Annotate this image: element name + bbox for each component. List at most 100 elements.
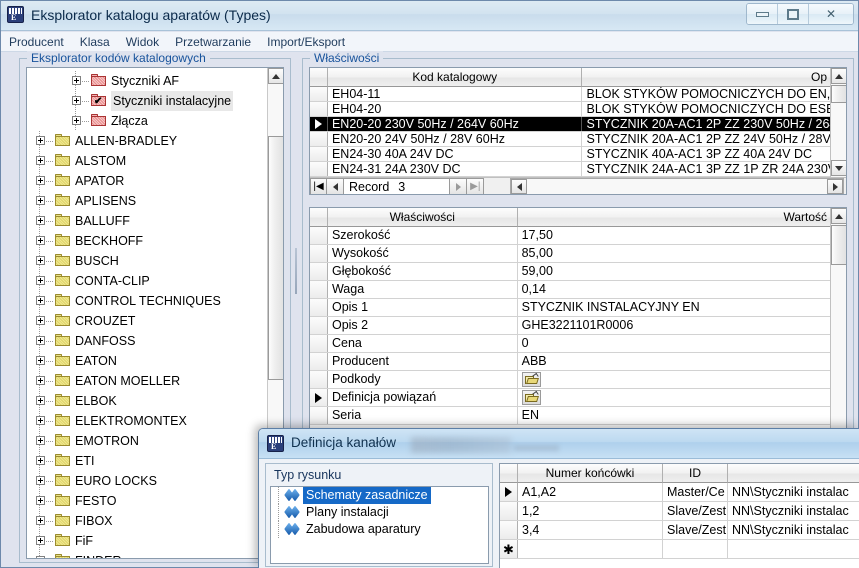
tree-item-conta-clip[interactable]: CONTA-CLIP bbox=[27, 271, 268, 291]
tree-item-alstom[interactable]: ALSTOM bbox=[27, 151, 268, 171]
properties-scroll-up-button[interactable] bbox=[831, 208, 846, 224]
table-row[interactable]: 3,4 Slave/Zest NN\Styczniki instalac bbox=[500, 521, 859, 540]
table-row[interactable]: EN20-20 24V 50Hz / 28V 60Hz STYCZNIK 20A-… bbox=[310, 132, 831, 147]
close-button[interactable]: ✕ bbox=[809, 4, 853, 24]
dialog-titlebar[interactable]: E Definicja kanałów bbox=[259, 429, 859, 459]
hscroll-left-button[interactable] bbox=[511, 179, 527, 194]
expand-plus-icon[interactable] bbox=[36, 316, 45, 325]
tree-item-finder[interactable]: FINDER bbox=[27, 551, 268, 558]
maximize-button[interactable] bbox=[778, 4, 809, 24]
catalog-scrollbar-thumb[interactable] bbox=[831, 85, 846, 103]
property-value-cell[interactable]: 0,14 bbox=[518, 281, 831, 298]
tree-item-eaton-moeller[interactable]: EATON MOELLER bbox=[27, 371, 268, 391]
nav-last-button[interactable]: ▶| bbox=[467, 178, 485, 194]
channel-column-header[interactable] bbox=[728, 464, 859, 483]
tree-item-eaton[interactable]: EATON bbox=[27, 351, 268, 371]
expand-plus-icon[interactable] bbox=[36, 536, 45, 545]
tree-item-balluff[interactable]: BALLUFF bbox=[27, 211, 268, 231]
expand-plus-icon[interactable] bbox=[36, 196, 45, 205]
table-row[interactable]: EH04-11BLOK STYKÓW POMOCNICZYCH DO EN, 1… bbox=[310, 87, 831, 102]
expand-plus-icon[interactable] bbox=[36, 516, 45, 525]
catalog-vertical-scrollbar[interactable] bbox=[830, 68, 846, 177]
catalog-horizontal-scrollbar[interactable] bbox=[510, 178, 844, 194]
property-value-cell[interactable]: 59,00 bbox=[518, 263, 831, 280]
properties-column-header[interactable]: Wartość bbox=[517, 208, 832, 227]
property-value-cell[interactable]: GHE3221101R0006 bbox=[518, 317, 831, 334]
tree-item-eti[interactable]: ETI bbox=[27, 451, 268, 471]
tree-item-busch[interactable]: BUSCH bbox=[27, 251, 268, 271]
expand-plus-icon[interactable] bbox=[36, 156, 45, 165]
expand-plus-icon[interactable] bbox=[36, 456, 45, 465]
table-row[interactable]: 1,2 Slave/Zest NN\Styczniki instalac bbox=[500, 502, 859, 521]
tree-item-crouzet[interactable]: CROUZET bbox=[27, 311, 268, 331]
table-row[interactable]: Producent ABB bbox=[310, 353, 831, 371]
expand-plus-icon[interactable] bbox=[36, 236, 45, 245]
channel-column-header[interactable]: Numer końcówki bbox=[518, 464, 663, 483]
expand-plus-icon[interactable] bbox=[36, 376, 45, 385]
tree-item-euro-locks[interactable]: EURO LOCKS bbox=[27, 471, 268, 491]
table-row[interactable]: A1,A2 Master/Ce NN\Styczniki instalac bbox=[500, 483, 859, 502]
table-row[interactable]: Waga 0,14 bbox=[310, 281, 831, 299]
catalog-scroll-down-button[interactable] bbox=[831, 160, 846, 176]
table-row[interactable]: Podkody bbox=[310, 371, 831, 389]
expand-plus-icon[interactable] bbox=[36, 556, 45, 558]
drawing-type-item-schematy-zasadnicze[interactable]: Schematy zasadnicze bbox=[271, 487, 488, 504]
table-row[interactable]: Szerokość 17,50 bbox=[310, 227, 831, 245]
table-row[interactable]: EN24-30 40A 24V DC STYCZNIK 40A-AC1 3P ZZ… bbox=[310, 147, 831, 162]
expand-plus-icon[interactable] bbox=[36, 496, 45, 505]
table-row[interactable]: ✱ bbox=[500, 540, 859, 559]
expand-plus-icon[interactable] bbox=[36, 296, 45, 305]
expand-plus-icon[interactable] bbox=[36, 356, 45, 365]
properties-column-header[interactable]: Właściwości bbox=[327, 208, 518, 227]
expand-plus-icon[interactable] bbox=[36, 436, 45, 445]
table-row[interactable]: Seria EN bbox=[310, 407, 831, 425]
expand-plus-icon[interactable] bbox=[36, 176, 45, 185]
expand-plus-icon[interactable] bbox=[36, 136, 45, 145]
expand-plus-icon[interactable] bbox=[36, 476, 45, 485]
tree-scrollbar-thumb[interactable] bbox=[268, 136, 283, 380]
record-number-field[interactable]: 3 bbox=[394, 178, 451, 194]
expand-plus-icon[interactable] bbox=[36, 276, 45, 285]
tree-item-elbok[interactable]: ELBOK bbox=[27, 391, 268, 411]
tree-item-control-techniques[interactable]: CONTROL TECHNIQUES bbox=[27, 291, 268, 311]
table-row[interactable]: Definicja powiązań bbox=[310, 389, 831, 407]
drawing-type-tree[interactable]: Schematy zasadnicze Plany instalacji Zabud… bbox=[270, 486, 489, 564]
tree-scroll-up-button[interactable] bbox=[268, 68, 283, 84]
expand-plus-icon[interactable] bbox=[72, 116, 81, 125]
catalog-tree[interactable]: Styczniki AF ✔ Styczniki instalacyjne Złącz… bbox=[26, 67, 284, 559]
property-value-cell[interactable]: 0 bbox=[518, 335, 831, 352]
tree-item-beckhoff[interactable]: BECKHOFF bbox=[27, 231, 268, 251]
property-value-cell[interactable]: 85,00 bbox=[518, 245, 831, 262]
properties-scrollbar-thumb[interactable] bbox=[831, 225, 846, 265]
catalog-code-grid[interactable]: Kod katalogowy Op EH04-11 BLOK STYKÓW POMO… bbox=[309, 67, 847, 195]
expand-plus-icon[interactable] bbox=[36, 396, 45, 405]
menu-item-widok[interactable]: Widok bbox=[118, 32, 167, 52]
property-value-cell[interactable]: EN bbox=[518, 407, 831, 424]
catalog-column-header[interactable]: Op bbox=[582, 68, 831, 87]
tree-item-elektromontex[interactable]: ELEKTROMONTEX bbox=[27, 411, 268, 431]
open-folder-button[interactable] bbox=[521, 372, 541, 387]
drawing-type-item-zabudowa-aparatury[interactable]: Zabudowa aparatury bbox=[271, 521, 488, 538]
nav-prev-button[interactable] bbox=[327, 178, 344, 194]
expand-plus-icon[interactable] bbox=[72, 96, 81, 105]
nav-next-button[interactable] bbox=[450, 178, 468, 194]
tree-item-z-cza[interactable]: Złącza bbox=[27, 111, 268, 131]
expand-plus-icon[interactable] bbox=[36, 256, 45, 265]
table-row[interactable]: Wysokość 85,00 bbox=[310, 245, 831, 263]
catalog-scroll-up-button[interactable] bbox=[831, 68, 846, 84]
property-value-cell[interactable] bbox=[518, 371, 831, 388]
tree-item-emotron[interactable]: EMOTRON bbox=[27, 431, 268, 451]
table-row[interactable]: EH04-20BLOK STYKÓW POMOCNICZYCH DO ESB, … bbox=[310, 102, 831, 117]
channel-grid[interactable]: Numer końcówki ID A1,A2 Master/Ce NN\Styczn… bbox=[499, 463, 859, 568]
table-row[interactable]: Głębokość 59,00 bbox=[310, 263, 831, 281]
menu-item-przetwarzanie[interactable]: Przetwarzanie bbox=[167, 32, 259, 52]
tree-item-festo[interactable]: FESTO bbox=[27, 491, 268, 511]
tree-item-styczniki-af[interactable]: Styczniki AF bbox=[27, 71, 268, 91]
tree-item-aplisens[interactable]: APLISENS bbox=[27, 191, 268, 211]
table-row[interactable]: Cena 0 bbox=[310, 335, 831, 353]
tree-item-danfoss[interactable]: DANFOSS bbox=[27, 331, 268, 351]
tree-item-styczniki-instalacyjne[interactable]: ✔ Styczniki instalacyjne bbox=[27, 91, 268, 111]
window-titlebar[interactable]: E Eksplorator katalogu aparatów (Types) … bbox=[1, 1, 858, 31]
property-value-cell[interactable]: ABB bbox=[518, 353, 831, 370]
drawing-type-item-plany-instalacji[interactable]: Plany instalacji bbox=[271, 504, 488, 521]
